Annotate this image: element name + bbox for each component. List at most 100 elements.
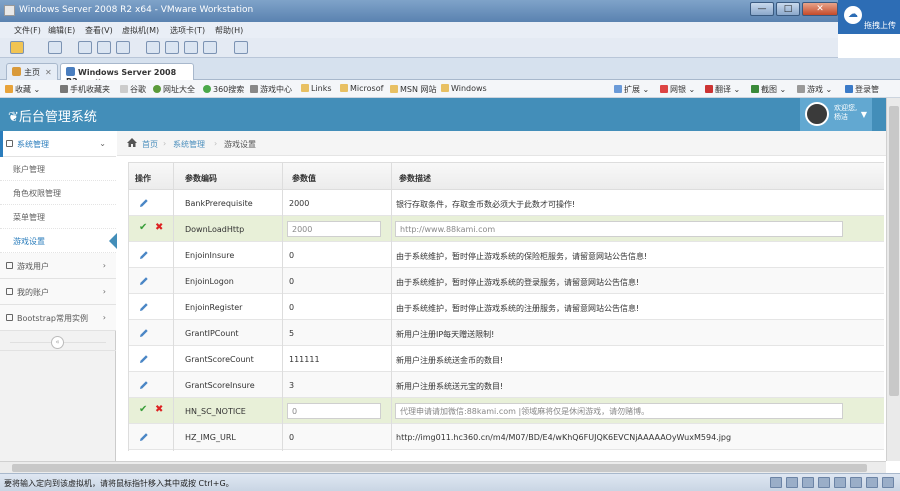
- tool-translate[interactable]: 翻译 ⌄: [705, 84, 740, 95]
- table-row: EnjoinInsure 0 由于系统维护，暂时停止游戏系统的保险柜服务，请留意网站…: [129, 242, 884, 268]
- header-param-code[interactable]: 参数编码: [185, 173, 217, 184]
- save-icon[interactable]: ✔: [139, 404, 147, 415]
- sidebar-subitem-game-settings[interactable]: 游戏设置: [0, 229, 117, 253]
- phone-icon: [60, 85, 68, 93]
- param-code: HZ_IMG_URL: [185, 433, 236, 442]
- sidebar-item-system-management[interactable]: 系统管理 ⌄: [0, 131, 116, 157]
- fullscreen-icon[interactable]: [184, 41, 198, 54]
- tool-ebank[interactable]: 网银 ⌄: [660, 84, 695, 95]
- revert-snapshot-icon[interactable]: [97, 41, 111, 54]
- floppy-icon[interactable]: [802, 477, 814, 488]
- table-row: ✔ ✖ HN_SC_NOTICE: [129, 398, 884, 424]
- maximize-button[interactable]: □: [776, 2, 800, 16]
- power-icon[interactable]: [10, 41, 24, 54]
- menu-help[interactable]: 帮助(H): [215, 25, 243, 36]
- bookmark-mobile[interactable]: 手机收藏夹: [60, 84, 110, 95]
- tool-games[interactable]: 游戏 ⌄: [797, 84, 832, 95]
- horizontal-scrollbar[interactable]: [0, 461, 886, 473]
- printer-icon[interactable]: [866, 477, 878, 488]
- close-button[interactable]: ✕: [802, 2, 838, 16]
- thumbnail-view-icon[interactable]: [234, 41, 248, 54]
- edit-icon[interactable]: [139, 250, 149, 260]
- cd-drive-icon[interactable]: [786, 477, 798, 488]
- param-value: 111111: [289, 355, 320, 364]
- param-value-input[interactable]: [287, 403, 381, 419]
- edit-icon[interactable]: [139, 432, 149, 442]
- header-param-value[interactable]: 参数值: [292, 173, 316, 184]
- send-keys-icon[interactable]: [48, 41, 62, 54]
- sidebar-item-my-account[interactable]: 我的账户 ›: [0, 279, 116, 305]
- menu-file[interactable]: 文件(F): [14, 25, 41, 36]
- collapse-icon[interactable]: «: [51, 336, 64, 349]
- edit-icon[interactable]: [139, 354, 149, 364]
- minimize-button[interactable]: —: [750, 2, 774, 16]
- menu-edit[interactable]: 编辑(E): [48, 25, 75, 36]
- avatar: [805, 102, 829, 126]
- unity-icon[interactable]: [203, 41, 217, 54]
- param-desc: 新用户注册IP每天赠送限制!: [396, 330, 495, 339]
- usb-icon[interactable]: [834, 477, 846, 488]
- bookmark-windows[interactable]: Windows: [441, 84, 487, 93]
- edit-icon[interactable]: [139, 328, 149, 338]
- sidebar-subitem-menus[interactable]: 菜单管理: [0, 205, 116, 229]
- vertical-scrollbar[interactable]: [886, 98, 900, 461]
- cancel-icon[interactable]: ✖: [155, 222, 163, 233]
- edit-icon[interactable]: [139, 302, 149, 312]
- parameters-table: 操作 参数编码 参数值 参数描述 BankPrerequisite 2000 银行存…: [128, 162, 884, 451]
- menu-tabs[interactable]: 选项卡(T): [170, 25, 205, 36]
- snapshot-manager-icon[interactable]: [116, 41, 130, 54]
- tab-close-icon[interactable]: ✕: [45, 68, 52, 77]
- breadcrumb-section[interactable]: 系统管理: [173, 139, 205, 150]
- game-icon: [797, 85, 805, 93]
- bookmark-360-search[interactable]: 360搜索: [203, 84, 244, 95]
- param-value: 0: [289, 303, 295, 312]
- view-console-icon[interactable]: [146, 41, 160, 54]
- param-code: EnjoinInsure: [185, 251, 235, 260]
- param-value-input[interactable]: [287, 221, 381, 237]
- column-divider: [391, 162, 392, 451]
- bookmark-game-center[interactable]: 游戏中心: [250, 84, 292, 95]
- tool-screenshot[interactable]: 截图 ⌄: [751, 84, 786, 95]
- cancel-icon[interactable]: ✖: [155, 404, 163, 415]
- sidebar-item-game-users[interactable]: 游戏用户 ›: [0, 253, 116, 279]
- edit-icon[interactable]: [139, 198, 149, 208]
- cloud-upload-widget[interactable]: ☁ 拖拽上传: [838, 0, 900, 34]
- edit-icon[interactable]: [139, 380, 149, 390]
- messages-icon[interactable]: [882, 477, 894, 488]
- bookmark-url-directory[interactable]: 网址大全: [153, 84, 195, 95]
- hard-disk-icon[interactable]: [770, 477, 782, 488]
- sidebar-subitem-accounts[interactable]: 账户管理: [0, 157, 116, 181]
- scrollbar-thumb[interactable]: [889, 106, 899, 396]
- bookmark-favorites[interactable]: 收藏 ⌄: [5, 84, 40, 95]
- menu-vm[interactable]: 虚拟机(M): [122, 25, 159, 36]
- search-icon: [203, 85, 211, 93]
- network-icon[interactable]: [818, 477, 830, 488]
- tab-vm[interactable]: Windows Server 2008 R2 ...✕: [60, 63, 194, 86]
- param-code: GrantIPCount: [185, 329, 239, 338]
- param-code: GrantScoreCount: [185, 355, 254, 364]
- tab-home[interactable]: 主页 ✕: [6, 63, 58, 80]
- snapshot-icon[interactable]: [78, 41, 92, 54]
- param-desc-input[interactable]: [395, 403, 843, 419]
- breadcrumb-home[interactable]: 首页: [142, 139, 158, 150]
- save-icon[interactable]: ✔: [139, 222, 147, 233]
- brand-title[interactable]: ❦后台管理系统: [8, 106, 97, 125]
- tool-login-manager[interactable]: 登录管: [845, 84, 879, 95]
- view-quick-switch-icon[interactable]: [165, 41, 179, 54]
- param-value: 0: [289, 433, 295, 442]
- bookmark-links[interactable]: Links: [301, 84, 332, 93]
- header-param-desc[interactable]: 参数描述: [399, 173, 431, 184]
- sidebar-subitem-roles[interactable]: 角色权限管理: [0, 181, 116, 205]
- menu-view[interactable]: 查看(V): [85, 25, 113, 36]
- edit-icon[interactable]: [139, 276, 149, 286]
- user-icon: [6, 288, 13, 295]
- bookmark-msn[interactable]: MSN 网站: [390, 84, 437, 95]
- param-desc-input[interactable]: [395, 221, 843, 237]
- user-menu[interactable]: 欢迎您, 杨洁 ▼: [800, 98, 872, 131]
- sound-icon[interactable]: [850, 477, 862, 488]
- bookmark-microsoft[interactable]: Microsof: [340, 84, 383, 93]
- bookmark-google[interactable]: 谷歌: [120, 84, 146, 95]
- tool-extensions[interactable]: 扩展 ⌄: [614, 84, 649, 95]
- sidebar-item-bootstrap-examples[interactable]: Bootstrap常用实例 ›: [0, 305, 116, 331]
- scrollbar-thumb[interactable]: [12, 464, 867, 472]
